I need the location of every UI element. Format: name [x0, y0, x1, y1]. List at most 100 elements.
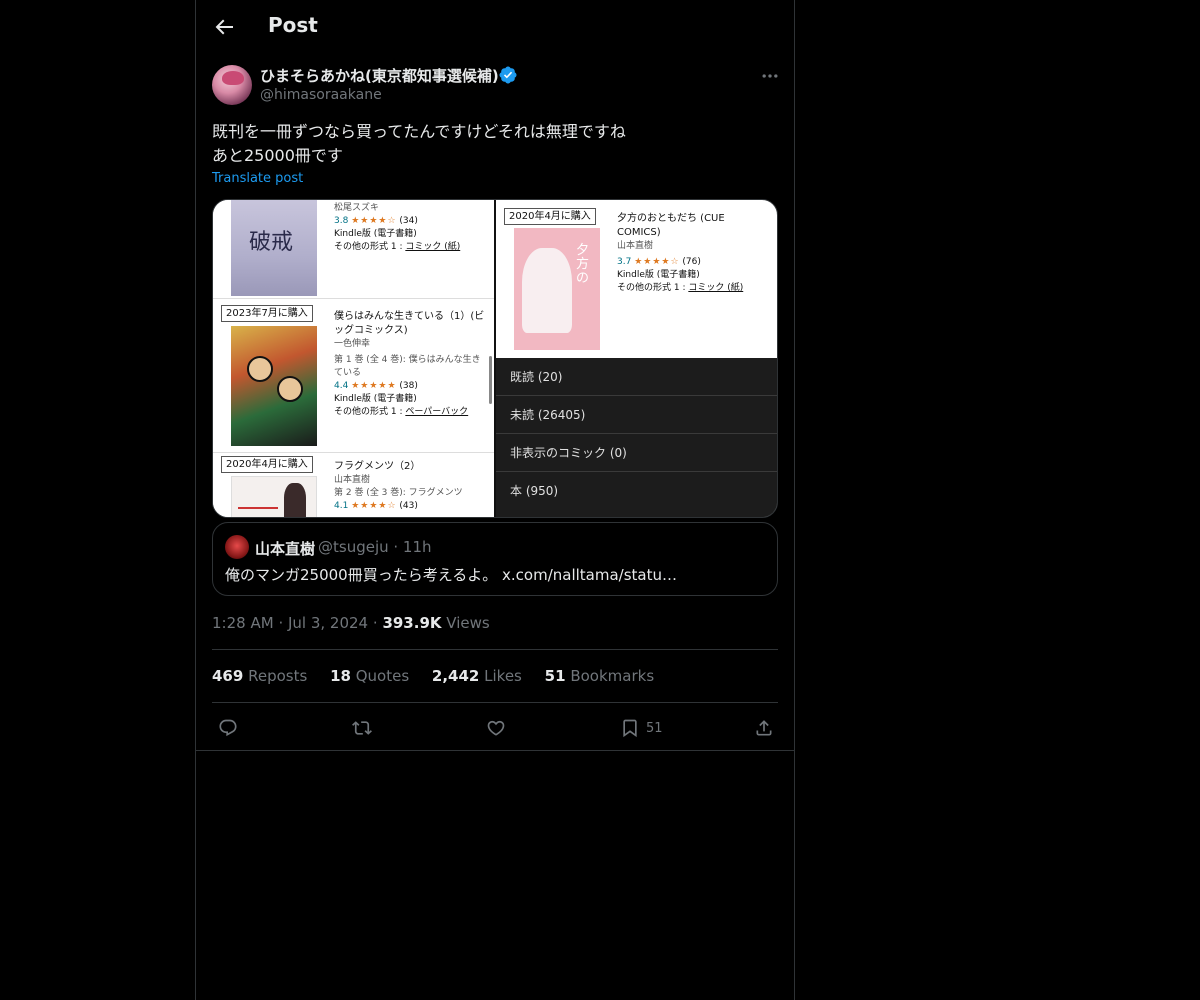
book-rating-row: 3.7 ★★★★☆ (76) — [617, 256, 767, 269]
more-options-icon[interactable] — [760, 66, 780, 86]
image-right-panel: 2020年4月に購入 夕方の 夕方のおともだち (CUE COMICS) 山本直… — [496, 200, 777, 517]
quotes-label: Quotes — [355, 667, 410, 685]
post-date[interactable]: Jul 3, 2024 — [288, 614, 368, 632]
book-info: 僕らはみんな生きている（1）(ビッグコミックス) 一色伸幸 第 1 巻 (全 4… — [334, 310, 489, 419]
divider — [196, 750, 794, 751]
meta-dot: · — [278, 614, 288, 632]
share-button[interactable] — [754, 716, 774, 740]
book-rating: 4.1 — [334, 501, 349, 511]
book-author: 山本直樹 — [617, 241, 654, 251]
other-format-link: ペーパーバック — [405, 407, 469, 417]
quote-author-handle[interactable]: @tsugeju · 11h — [318, 538, 432, 556]
book-cover: 破戒 — [231, 200, 317, 296]
book-item: 2020年4月に購入 フラグメンツ（2） 山本直樹 第 2 巻 (全 3 巻):… — [213, 454, 495, 517]
avatar[interactable] — [212, 65, 252, 105]
book-rating-row: 4.1 ★★★★☆ (43) — [334, 500, 489, 513]
rating-count: (38) — [399, 381, 418, 391]
menu-item-hidden: 非表示のコミック (0) — [496, 434, 777, 472]
reposts-label: Reposts — [248, 667, 308, 685]
main-column: Post ひまそらあかね(東京都知事選候補) @himasoraakane 既刊… — [195, 0, 795, 1000]
book-volume: 第 1 巻 (全 4 巻): 僕らはみんな生きている — [334, 355, 481, 378]
other-format-link: コミック (紙) — [688, 283, 744, 293]
quoted-post[interactable]: 山本直樹 @tsugeju · 11h 俺のマンガ25000冊買ったら考えるよ。… — [212, 522, 778, 596]
book-title: 僕らはみんな生きている（1）(ビッグコミックス) — [334, 311, 485, 336]
post-stats: 469 Reposts 18 Quotes 2,442 Likes 51 Boo… — [212, 667, 672, 685]
book-rating: 3.8 — [334, 216, 349, 226]
quote-author-name[interactable]: 山本直樹 — [255, 538, 315, 559]
star-rating-icon: ★★★★☆ — [351, 216, 397, 226]
book-cover — [231, 476, 317, 517]
bookmarks-stat[interactable]: 51 Bookmarks — [545, 667, 654, 685]
menu-item-unread: 未読 (26405) — [496, 396, 777, 434]
menu-item-books: 本 (950) — [496, 472, 777, 517]
purchase-date-tag: 2023年7月に購入 — [221, 305, 313, 322]
likes-label: Likes — [484, 667, 522, 685]
book-item: 破戒 松尾スズキ 3.8 ★★★★☆ (34) Kindle版 (電子書籍) そ… — [213, 200, 495, 298]
bookmark-button[interactable]: 51 — [620, 716, 663, 740]
purchase-date-tag: 2020年4月に購入 — [221, 456, 313, 473]
book-title: フラグメンツ（2） — [334, 461, 421, 472]
quote-avatar[interactable] — [225, 535, 249, 559]
post-text: 既刊を一冊ずつなら買ってたんですけどそれは無理ですね あと25000冊です — [212, 120, 626, 168]
scrollbar — [489, 356, 492, 404]
post-image[interactable]: 破戒 松尾スズキ 3.8 ★★★★☆ (34) Kindle版 (電子書籍) そ… — [212, 199, 778, 518]
other-format-prefix: その他の形式 1 : — [334, 242, 406, 252]
bookmark-count: 51 — [646, 720, 663, 736]
bookmarks-count: 51 — [544, 667, 566, 685]
rating-count: (43) — [399, 501, 418, 511]
reply-icon — [219, 719, 237, 737]
other-format-prefix: その他の形式 1 : — [617, 283, 689, 293]
divider — [212, 702, 778, 703]
like-button[interactable] — [486, 716, 506, 740]
post-time[interactable]: 1:28 AM — [212, 614, 274, 632]
heart-icon — [487, 720, 505, 736]
author-handle[interactable]: @himasoraakane — [260, 87, 382, 103]
menu-item-read: 既読 (20) — [496, 358, 777, 396]
quote-text: 俺のマンガ25000冊買ったら考えるよ。 x.com/nalltama/stat… — [225, 566, 678, 584]
other-format-link: コミック (紙) — [405, 242, 461, 252]
author-display-name[interactable]: ひまそらあかね(東京都知事選候補) — [260, 65, 499, 86]
views-label: Views — [446, 614, 490, 632]
translate-post-link[interactable]: Translate post — [212, 171, 303, 186]
meta-dot: · — [372, 614, 383, 632]
quotes-count: 18 — [330, 667, 351, 685]
reposts-stat[interactable]: 469 Reposts — [212, 667, 307, 685]
repost-button[interactable] — [352, 716, 372, 740]
book-other-format: その他の形式 1 : コミック (紙) — [334, 241, 489, 254]
book-author: 松尾スズキ — [334, 203, 380, 213]
divider — [212, 649, 778, 650]
page-title: Post — [268, 13, 318, 37]
book-item: 2023年7月に購入 僕らはみんな生きている（1）(ビッグコミックス) 一色伸幸… — [213, 300, 495, 450]
book-rating: 3.7 — [617, 257, 632, 267]
book-other-format: その他の形式 1 : コミック (紙) — [617, 282, 767, 295]
book-item: 2020年4月に購入 夕方の 夕方のおともだち (CUE COMICS) 山本直… — [496, 200, 777, 358]
bookmarks-label: Bookmarks — [570, 667, 655, 685]
book-format: Kindle版 (電子書籍) — [334, 394, 417, 404]
post-text-line: 既刊を一冊ずつなら買ってたんですけどそれは無理ですね — [212, 122, 626, 141]
book-author: 山本直樹 — [334, 475, 371, 485]
purchase-date-tag: 2020年4月に購入 — [504, 208, 596, 225]
book-title: 夕方のおともだち (CUE COMICS) — [617, 213, 725, 238]
book-rating-row: 4.4 ★★★★★ (38) — [334, 380, 489, 393]
reposts-count: 469 — [212, 667, 244, 685]
verified-badge-icon[interactable] — [499, 66, 517, 84]
reply-button[interactable] — [218, 716, 238, 740]
book-info: フラグメンツ（2） 山本直樹 第 2 巻 (全 3 巻): フラグメンツ 4.1… — [334, 460, 489, 513]
book-cover: 夕方の — [514, 228, 600, 350]
likes-count: 2,442 — [431, 667, 480, 685]
book-cover-title: 破戒 — [249, 230, 294, 255]
divider — [213, 452, 495, 453]
star-rating-icon: ★★★★★ — [351, 381, 397, 391]
views-count: 393.9K — [382, 614, 442, 632]
other-format-prefix: その他の形式 1 : — [334, 407, 406, 417]
rating-count: (76) — [682, 257, 701, 267]
likes-stat[interactable]: 2,442 Likes — [432, 667, 522, 685]
book-cover — [231, 326, 317, 446]
repost-icon — [352, 721, 372, 735]
book-rating: 4.4 — [334, 381, 349, 391]
back-arrow-icon[interactable] — [212, 15, 236, 39]
bookmark-icon — [623, 719, 637, 738]
post-text-line: あと25000冊です — [212, 146, 343, 165]
quotes-stat[interactable]: 18 Quotes — [330, 667, 409, 685]
header: Post — [196, 0, 794, 54]
